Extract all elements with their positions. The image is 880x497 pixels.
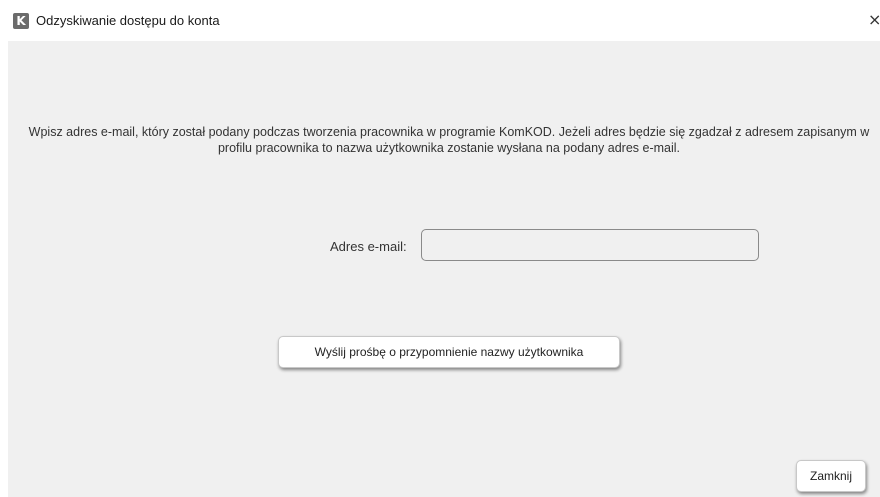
title-bar: K Odzyskiwanie dostępu do konta ×: [0, 0, 880, 44]
email-label: Adres e-mail:: [330, 239, 407, 254]
close-button[interactable]: Zamknij: [796, 460, 866, 492]
send-reminder-button[interactable]: Wyślij prośbę o przypomnienie nazwy użyt…: [278, 336, 620, 368]
dialog-content: Wpisz adres e-mail, który został podany …: [8, 41, 880, 497]
instruction-text: Wpisz adres e-mail, który został podany …: [28, 125, 870, 155]
window-title: Odzyskiwanie dostępu do konta: [36, 13, 220, 28]
email-input[interactable]: [421, 229, 759, 261]
recovery-dialog-window: K Odzyskiwanie dostępu do konta × Wpisz …: [0, 0, 880, 497]
close-icon[interactable]: ×: [868, 10, 880, 30]
app-logo-icon: K: [13, 13, 29, 29]
